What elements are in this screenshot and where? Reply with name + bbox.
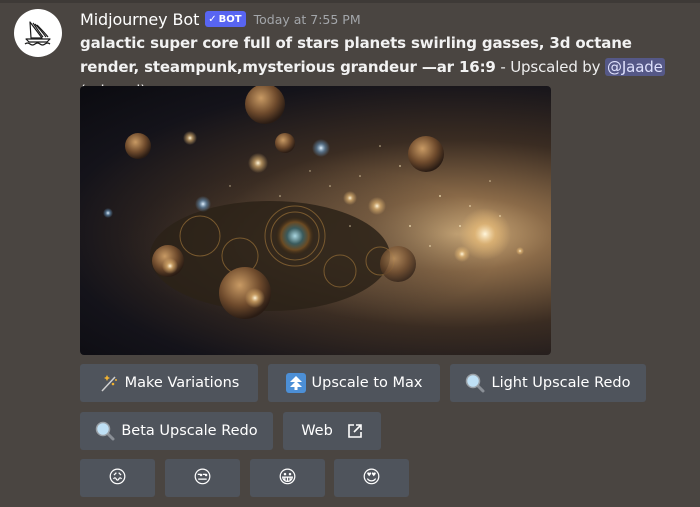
web-label: Web bbox=[301, 423, 333, 439]
beta-upscale-redo-button[interactable]: Beta Upscale Redo bbox=[80, 412, 273, 450]
timestamp[interactable]: Today at 7:55 PM bbox=[254, 12, 361, 27]
reaction-button-heart-eyes[interactable]: 😍 bbox=[334, 459, 409, 497]
grinning-face-icon: 😀 bbox=[278, 467, 297, 488]
generated-image[interactable] bbox=[80, 86, 551, 355]
upscale-to-max-button[interactable]: Upscale to Max bbox=[268, 364, 440, 402]
external-link-icon bbox=[347, 423, 363, 439]
top-divider bbox=[0, 0, 700, 3]
light-upscale-redo-label: Light Upscale Redo bbox=[491, 375, 631, 391]
heart-eyes-face-icon: 😍 bbox=[362, 467, 381, 488]
bot-badge-label: BOT bbox=[218, 13, 242, 25]
reaction-button-grinning[interactable]: 😀 bbox=[250, 459, 325, 497]
light-upscale-redo-button[interactable]: Light Upscale Redo bbox=[450, 364, 646, 402]
reaction-button-unamused[interactable]: 😒 bbox=[165, 459, 240, 497]
user-mention[interactable]: @Jaade bbox=[605, 58, 665, 76]
upscaled-by-text: - Upscaled by bbox=[495, 58, 606, 76]
confounded-face-icon: 😖 bbox=[108, 467, 127, 488]
sailboat-icon bbox=[24, 21, 51, 46]
magnifier-icon bbox=[95, 421, 115, 441]
message-header: Midjourney Bot ✓ BOT Today at 7:55 PM bbox=[80, 8, 361, 30]
image-artwork bbox=[103, 86, 524, 326]
magic-wand-icon bbox=[99, 373, 119, 393]
make-variations-button[interactable]: Make Variations bbox=[80, 364, 258, 402]
bot-badge: ✓ BOT bbox=[205, 11, 246, 27]
author-name[interactable]: Midjourney Bot bbox=[80, 10, 199, 29]
magnifier-icon bbox=[465, 373, 485, 393]
check-icon: ✓ bbox=[208, 13, 217, 25]
reaction-button-confounded[interactable]: 😖 bbox=[80, 459, 155, 497]
web-button[interactable]: Web bbox=[283, 412, 381, 450]
unamused-face-icon: 😒 bbox=[193, 467, 212, 488]
make-variations-label: Make Variations bbox=[124, 375, 240, 391]
avatar[interactable] bbox=[14, 9, 62, 57]
upscale-to-max-label: Upscale to Max bbox=[311, 375, 423, 391]
arrow-up-double-icon bbox=[285, 373, 306, 393]
beta-upscale-redo-label: Beta Upscale Redo bbox=[121, 423, 258, 439]
